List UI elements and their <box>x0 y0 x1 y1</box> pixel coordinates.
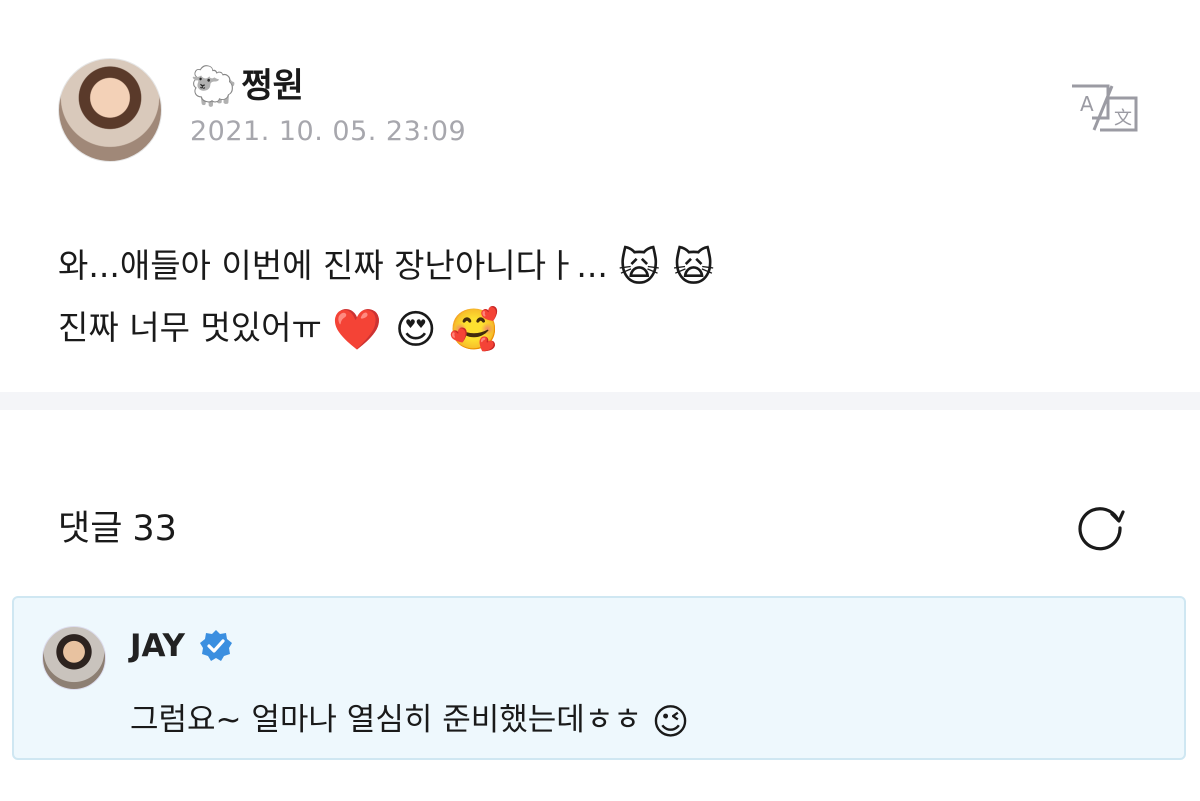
comments-header: 댓글 33 <box>58 494 1148 554</box>
refresh-icon <box>1078 507 1125 551</box>
comments-title: 댓글 <box>58 509 123 549</box>
comments-label: 댓글 33 <box>58 500 177 551</box>
love-emoji: ❤️ 😍 🥰 <box>332 307 500 353</box>
post-line-1: 와...애들아 이번에 진짜 장난아니다ㅏ... 🙀 🙀 <box>58 236 1158 298</box>
verified-badge-icon <box>200 630 233 661</box>
commenter-line: JAY <box>130 628 233 664</box>
comment-text: 그럼요~ 얼마나 열심히 준비했는데ㅎㅎ 😉 <box>130 694 689 743</box>
post-line-2-text: 진짜 너무 멋있어ㅠ <box>58 308 322 347</box>
post-timestamp: 2021. 10. 05. 23:09 <box>190 116 467 147</box>
section-divider <box>0 392 1200 410</box>
author-name[interactable]: 쩡원 <box>241 64 304 108</box>
post-line-1-text: 와...애들아 이번에 진짜 장난아니다ㅏ... <box>58 246 608 285</box>
wink-emoji: 😉 <box>651 702 690 743</box>
translate-icon: A 文 <box>1072 84 1138 132</box>
post-header: 🐑 쩡원 2021. 10. 05. 23:09 A 文 <box>58 58 1158 168</box>
comment-card[interactable]: JAY 그럼요~ 얼마나 열심히 준비했는데ㅎㅎ 😉 <box>12 596 1186 760</box>
svg-text:A: A <box>1080 92 1094 116</box>
sheep-icon: 🐑 <box>190 64 238 108</box>
post-content: 와...애들아 이번에 진짜 장난아니다ㅏ... 🙀 🙀 진짜 너무 멋있어ㅠ … <box>58 236 1158 360</box>
author-line: 🐑 쩡원 <box>190 64 304 108</box>
refresh-button[interactable] <box>1072 498 1128 554</box>
svg-text:文: 文 <box>1114 108 1132 129</box>
post-line-2: 진짜 너무 멋있어ㅠ ❤️ 😍 🥰 <box>58 298 1158 360</box>
translate-button[interactable]: A 文 <box>1068 82 1140 134</box>
author-avatar[interactable] <box>58 58 162 162</box>
comment-text-body: 그럼요~ 얼마나 열심히 준비했는데ㅎㅎ <box>130 702 642 738</box>
commenter-avatar[interactable] <box>42 626 106 690</box>
commenter-name[interactable]: JAY <box>130 628 185 664</box>
scared-cat-emoji: 🙀 🙀 <box>618 245 715 291</box>
comments-count: 33 <box>132 509 177 549</box>
